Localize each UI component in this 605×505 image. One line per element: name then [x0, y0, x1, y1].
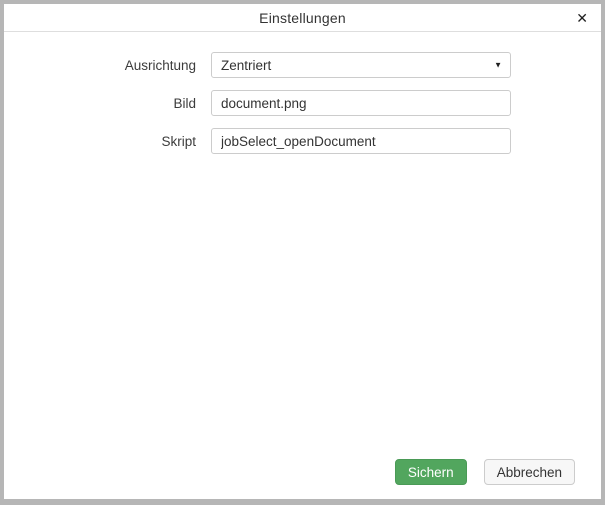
save-button[interactable]: Sichern: [395, 459, 467, 485]
close-icon[interactable]: ✕: [576, 11, 588, 25]
dialog-footer: Sichern Abbrechen: [395, 459, 575, 485]
skript-input[interactable]: [211, 128, 511, 154]
bild-input[interactable]: [211, 90, 511, 116]
settings-dialog: Einstellungen ✕ Ausrichtung Zentriert ▼ …: [0, 0, 605, 505]
skript-label: Skript: [4, 134, 196, 149]
dialog-title: Einstellungen: [259, 10, 346, 26]
cancel-button[interactable]: Abbrechen: [484, 459, 575, 485]
ausrichtung-select-wrap: Zentriert ▼: [211, 52, 511, 78]
ausrichtung-select[interactable]: Zentriert: [211, 52, 511, 78]
dialog-titlebar: Einstellungen ✕: [4, 4, 601, 32]
form-row-skript: Skript: [4, 128, 601, 154]
dialog-body: Ausrichtung Zentriert ▼ Bild Skript Sich…: [4, 32, 601, 499]
form-row-ausrichtung: Ausrichtung Zentriert ▼: [4, 52, 601, 78]
bild-label: Bild: [4, 96, 196, 111]
ausrichtung-label: Ausrichtung: [4, 58, 196, 73]
form-row-bild: Bild: [4, 90, 601, 116]
